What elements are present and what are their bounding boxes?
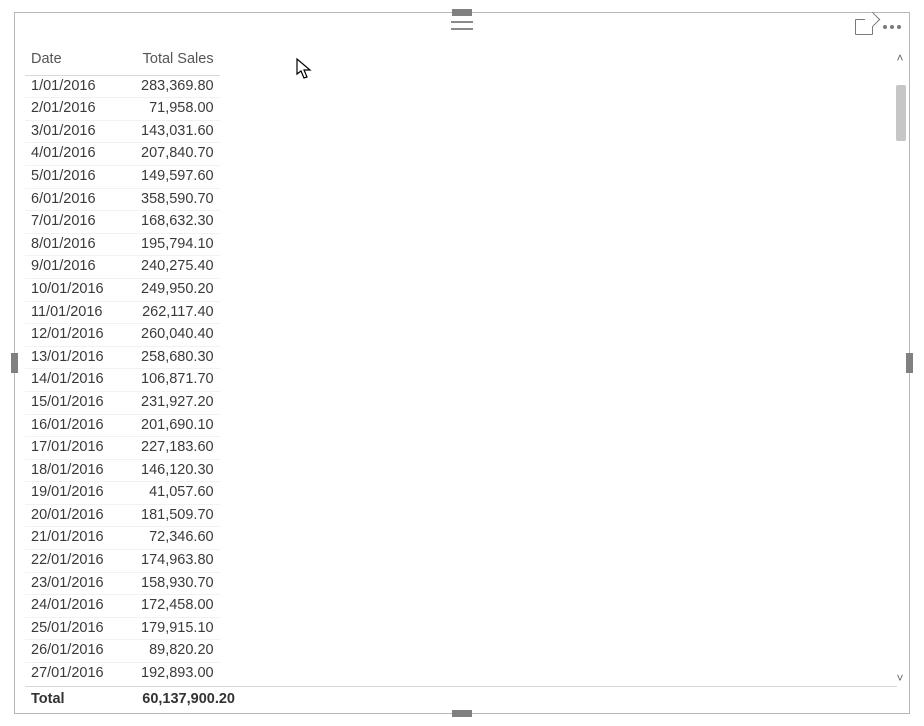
cell-date: 23/01/2016 xyxy=(25,572,110,595)
cell-sales: 260,040.40 xyxy=(110,324,220,347)
cell-sales: 262,117.40 xyxy=(110,301,220,324)
cell-date: 16/01/2016 xyxy=(25,414,110,437)
table-row[interactable]: 7/01/2016168,632.30 xyxy=(25,211,220,234)
resize-handle-right[interactable] xyxy=(906,353,913,373)
table-row[interactable]: 20/01/2016181,509.70 xyxy=(25,504,220,527)
total-label: Total xyxy=(31,691,117,707)
cell-sales: 174,963.80 xyxy=(110,550,220,573)
cell-sales: 201,690.10 xyxy=(110,414,220,437)
table-row[interactable]: 2/01/201671,958.00 xyxy=(25,98,220,121)
table-row[interactable]: 24/01/2016172,458.00 xyxy=(25,595,220,618)
focus-mode-icon[interactable] xyxy=(855,19,873,35)
cell-sales: 168,632.30 xyxy=(110,211,220,234)
table-row[interactable]: 5/01/2016149,597.60 xyxy=(25,165,220,188)
table-row[interactable]: 12/01/2016260,040.40 xyxy=(25,324,220,347)
cell-sales: 89,820.20 xyxy=(110,640,220,663)
table-row[interactable]: 15/01/2016231,927.20 xyxy=(25,391,220,414)
table-row[interactable]: 18/01/2016146,120.30 xyxy=(25,459,220,482)
table-row[interactable]: 16/01/2016201,690.10 xyxy=(25,414,220,437)
scroll-up-arrow-icon[interactable]: ˄ xyxy=(893,51,907,65)
table-visual-frame[interactable]: Date Total Sales 1/01/2016283,369.802/01… xyxy=(14,12,910,714)
cell-date: 26/01/2016 xyxy=(25,640,110,663)
cell-sales: 179,915.10 xyxy=(110,617,220,640)
cell-sales: 258,680.30 xyxy=(110,346,220,369)
resize-handle-left[interactable] xyxy=(11,353,18,373)
cell-date: 7/01/2016 xyxy=(25,211,110,234)
cell-sales: 72,346.60 xyxy=(110,527,220,550)
cell-date: 11/01/2016 xyxy=(25,301,110,324)
cell-date: 2/01/2016 xyxy=(25,98,110,121)
table-row[interactable]: 17/01/2016227,183.60 xyxy=(25,437,220,460)
column-header-sales[interactable]: Total Sales xyxy=(110,47,220,75)
cell-date: 1/01/2016 xyxy=(25,75,110,98)
table-row[interactable]: 14/01/2016106,871.70 xyxy=(25,369,220,392)
cell-sales: 192,893.00 xyxy=(110,663,220,685)
table-scroll-region[interactable]: Date Total Sales 1/01/2016283,369.802/01… xyxy=(25,47,897,685)
cell-date: 17/01/2016 xyxy=(25,437,110,460)
cell-date: 15/01/2016 xyxy=(25,391,110,414)
cell-sales: 143,031.60 xyxy=(110,120,220,143)
table-row[interactable]: 22/01/2016174,963.80 xyxy=(25,550,220,573)
scrollbar-thumb[interactable] xyxy=(896,85,906,141)
table-row[interactable]: 4/01/2016207,840.70 xyxy=(25,143,220,166)
table-row[interactable]: 13/01/2016258,680.30 xyxy=(25,346,220,369)
column-header-date[interactable]: Date xyxy=(25,47,110,75)
scroll-down-arrow-icon[interactable]: ˅ xyxy=(893,671,907,685)
total-value: 60,137,900.20 xyxy=(117,691,235,707)
cell-date: 19/01/2016 xyxy=(25,482,110,505)
cell-date: 5/01/2016 xyxy=(25,165,110,188)
cell-date: 3/01/2016 xyxy=(25,120,110,143)
cell-sales: 149,597.60 xyxy=(110,165,220,188)
table-row[interactable]: 8/01/2016195,794.10 xyxy=(25,233,220,256)
cell-date: 13/01/2016 xyxy=(25,346,110,369)
cell-sales: 158,930.70 xyxy=(110,572,220,595)
cell-date: 10/01/2016 xyxy=(25,278,110,301)
cell-date: 21/01/2016 xyxy=(25,527,110,550)
cell-date: 14/01/2016 xyxy=(25,369,110,392)
table-row[interactable]: 9/01/2016240,275.40 xyxy=(25,256,220,279)
cell-date: 18/01/2016 xyxy=(25,459,110,482)
cell-sales: 283,369.80 xyxy=(110,75,220,98)
cell-date: 24/01/2016 xyxy=(25,595,110,618)
cell-date: 12/01/2016 xyxy=(25,324,110,347)
table-row[interactable]: 21/01/201672,346.60 xyxy=(25,527,220,550)
total-row: Total 60,137,900.20 xyxy=(25,686,897,711)
cell-sales: 172,458.00 xyxy=(110,595,220,618)
table-row[interactable]: 1/01/2016283,369.80 xyxy=(25,75,220,98)
table-row[interactable]: 10/01/2016249,950.20 xyxy=(25,278,220,301)
cell-date: 4/01/2016 xyxy=(25,143,110,166)
cell-sales: 181,509.70 xyxy=(110,504,220,527)
sales-table: Date Total Sales 1/01/2016283,369.802/01… xyxy=(25,47,220,685)
resize-handle-bottom[interactable] xyxy=(452,710,472,717)
cell-date: 27/01/2016 xyxy=(25,663,110,685)
cell-date: 20/01/2016 xyxy=(25,504,110,527)
cell-sales: 227,183.60 xyxy=(110,437,220,460)
cell-sales: 195,794.10 xyxy=(110,233,220,256)
cell-date: 8/01/2016 xyxy=(25,233,110,256)
cell-sales: 146,120.30 xyxy=(110,459,220,482)
table-row[interactable]: 26/01/201689,820.20 xyxy=(25,640,220,663)
cell-sales: 358,590.70 xyxy=(110,188,220,211)
table-row[interactable]: 3/01/2016143,031.60 xyxy=(25,120,220,143)
table-row[interactable]: 23/01/2016158,930.70 xyxy=(25,572,220,595)
cell-date: 6/01/2016 xyxy=(25,188,110,211)
table-row[interactable]: 6/01/2016358,590.70 xyxy=(25,188,220,211)
table-row[interactable]: 11/01/2016262,117.40 xyxy=(25,301,220,324)
more-options-icon[interactable] xyxy=(881,23,903,31)
cell-sales: 71,958.00 xyxy=(110,98,220,121)
resize-handle-top[interactable] xyxy=(452,9,472,16)
drag-grip-icon[interactable] xyxy=(451,21,473,30)
cell-sales: 240,275.40 xyxy=(110,256,220,279)
cell-date: 9/01/2016 xyxy=(25,256,110,279)
cell-sales: 207,840.70 xyxy=(110,143,220,166)
cell-sales: 249,950.20 xyxy=(110,278,220,301)
cell-date: 25/01/2016 xyxy=(25,617,110,640)
cell-sales: 106,871.70 xyxy=(110,369,220,392)
table-row[interactable]: 27/01/2016192,893.00 xyxy=(25,663,220,685)
table-row[interactable]: 19/01/201641,057.60 xyxy=(25,482,220,505)
cell-sales: 231,927.20 xyxy=(110,391,220,414)
cell-date: 22/01/2016 xyxy=(25,550,110,573)
cell-sales: 41,057.60 xyxy=(110,482,220,505)
table-row[interactable]: 25/01/2016179,915.10 xyxy=(25,617,220,640)
